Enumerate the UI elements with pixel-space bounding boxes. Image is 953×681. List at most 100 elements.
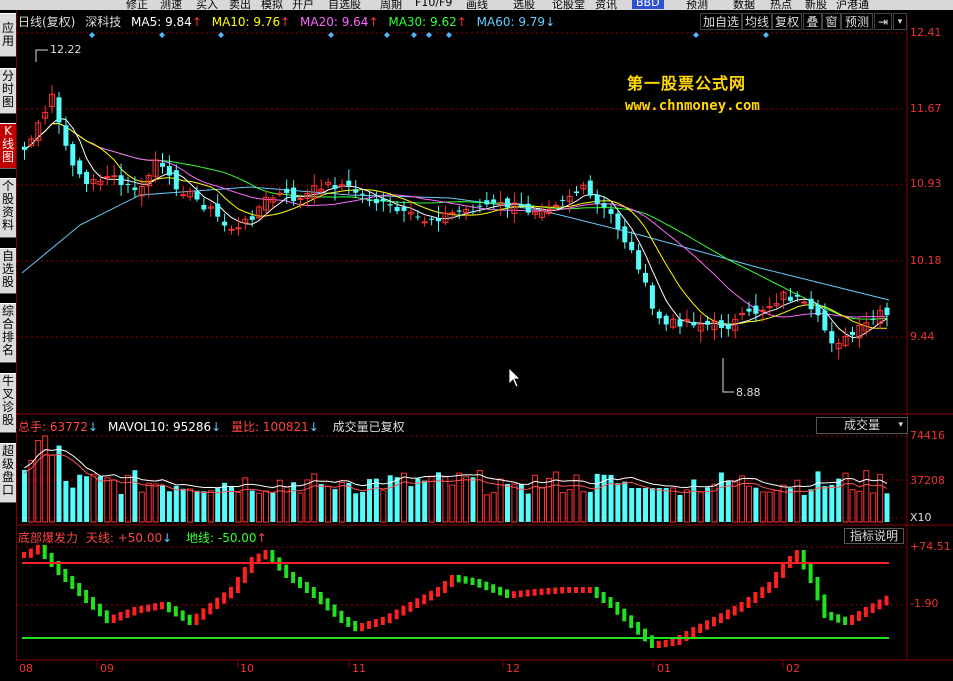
- indicator-stick: [28, 548, 33, 558]
- indicator-stick: [884, 595, 889, 606]
- toolbar-item-buy[interactable]: 买入: [196, 0, 218, 10]
- candle-body-down: [201, 204, 207, 210]
- candle-body-down: [850, 332, 855, 335]
- indicator-stick: [870, 603, 875, 613]
- toolbar-item-hot[interactable]: 热点: [770, 0, 792, 10]
- chart-canvas[interactable]: [0, 10, 953, 681]
- indicator-name[interactable]: 底部爆发力: [18, 531, 78, 545]
- toolbar-item-hk-connect[interactable]: 沪港通: [836, 0, 869, 10]
- indicator-stick: [725, 609, 730, 620]
- sky-line-arrow: ↓: [162, 531, 173, 545]
- adjust-button[interactable]: 复权: [772, 13, 802, 30]
- volume-axis-label: 74416: [910, 429, 945, 442]
- candle-body-up: [449, 212, 456, 215]
- indicator-stick: [298, 577, 302, 588]
- toolbar-item-news[interactable]: 资讯: [595, 0, 617, 10]
- indicator-stick: [718, 613, 723, 623]
- indicator-stick: [442, 581, 447, 593]
- indicator-stick: [705, 620, 710, 630]
- indicator-stick: [270, 550, 275, 564]
- toolbar-item-sell[interactable]: 卖出: [229, 0, 251, 10]
- toolbar-item-forum[interactable]: 论股堂: [552, 0, 585, 10]
- toolbar-item-watchlist[interactable]: 自选股: [328, 0, 361, 10]
- event-marker-diamond-icon[interactable]: [89, 32, 95, 38]
- indicator-stick: [139, 605, 144, 613]
- indicator-stick: [684, 631, 689, 641]
- mouse-cursor: [508, 367, 521, 388]
- volume-bar-up: [449, 484, 456, 523]
- volume-note: 成交量已复权: [332, 420, 405, 434]
- ma-settings-button[interactable]: 均线: [742, 13, 772, 30]
- volume-bar-up: [863, 470, 870, 523]
- toolbar-item-draw[interactable]: 画线: [466, 0, 488, 10]
- event-marker-diamond-icon[interactable]: [693, 32, 699, 38]
- add-to-watchlist-button[interactable]: 加自选: [700, 13, 742, 30]
- event-marker-diamond-icon[interactable]: [763, 32, 769, 38]
- indicator-stick: [836, 614, 841, 623]
- volume-bar-down: [505, 484, 510, 522]
- indicator-stick: [608, 597, 613, 608]
- toolbar-item-screener[interactable]: 选股: [513, 0, 535, 10]
- event-marker-diamond-icon[interactable]: [328, 32, 334, 38]
- collapse-panel-icon[interactable]: ⇥: [874, 13, 892, 30]
- indicator-stick: [263, 550, 268, 560]
- indicator-stick: [339, 610, 344, 623]
- indicator-axis-label: -1.90: [910, 597, 939, 610]
- indicator-stick: [111, 614, 116, 623]
- volume-bar-down: [332, 489, 338, 522]
- indicator-stick: [229, 587, 233, 599]
- candle-body-down: [491, 199, 497, 203]
- stock-name: 深科技: [85, 15, 122, 29]
- ma5-arrow: ↑: [191, 15, 202, 29]
- volume-bar-up: [877, 473, 884, 523]
- volume-bar-up: [325, 485, 332, 523]
- candle-body-down: [284, 188, 290, 194]
- volume-indicator-selector[interactable]: 成交量 ▾: [816, 417, 908, 434]
- volume-bar-down: [22, 469, 27, 522]
- candle-body-down: [484, 200, 490, 205]
- toolbar-item-speedtest[interactable]: 测速: [160, 0, 182, 10]
- candle-body-up: [421, 221, 428, 224]
- toolbar-item-data[interactable]: 数据: [733, 0, 755, 10]
- low-price-label: 8.88: [736, 386, 761, 399]
- toolbar-item-forecast[interactable]: 预测: [686, 0, 708, 10]
- indicator-help-button[interactable]: 指标说明: [844, 528, 904, 544]
- indicator-stick: [767, 582, 772, 593]
- watermark-url: www.chnmoney.com: [625, 98, 760, 114]
- volume-bar-down: [787, 488, 793, 522]
- candle-body-down: [373, 198, 379, 204]
- indicator-stick: [546, 588, 551, 595]
- toolbar-item-period[interactable]: 周期: [380, 0, 402, 10]
- volume-bar-up: [207, 490, 214, 523]
- volume-bar-up: [104, 477, 111, 523]
- toolbar-item-fix[interactable]: 修正: [126, 0, 148, 10]
- volume-bar-down: [84, 476, 90, 522]
- toolbar-item-f10[interactable]: F10/F9: [415, 0, 452, 9]
- forecast-button[interactable]: 预测: [841, 13, 873, 30]
- indicator-stick: [153, 603, 158, 611]
- indicator-stick: [539, 588, 544, 595]
- indicator-stick: [49, 553, 54, 567]
- price-panel-header: 日线(复权) 深科技 MA5: 9.84↑ MA10: 9.76↑ MA20: …: [18, 13, 555, 30]
- indicator-stick: [429, 590, 434, 601]
- event-marker-diamond-icon[interactable]: [384, 32, 390, 38]
- indicator-stick: [484, 581, 489, 591]
- window-button[interactable]: 窗: [822, 13, 841, 30]
- period-label[interactable]: 日线(复权): [18, 15, 75, 29]
- event-marker-diamond-icon[interactable]: [159, 32, 165, 38]
- volume-bar-up: [580, 491, 587, 523]
- toolbar-badge[interactable]: BBD: [632, 0, 664, 9]
- toolbar-item-ipo[interactable]: 新股: [805, 0, 827, 10]
- indicator-stick: [601, 592, 606, 603]
- volume-bar-up: [187, 488, 194, 523]
- candle-body-down: [822, 310, 828, 331]
- high-marker-line: [35, 49, 48, 62]
- toolbar-item-simulate[interactable]: 模拟: [261, 0, 283, 10]
- panel-menu-chevron-icon[interactable]: ▾: [893, 13, 907, 30]
- overlay-button[interactable]: 叠: [803, 13, 822, 30]
- indicator-stick: [470, 577, 475, 585]
- candle-body-down: [753, 305, 759, 314]
- event-marker-diamond-icon[interactable]: [218, 32, 224, 38]
- toolbar-item-open-account[interactable]: 开户: [292, 0, 314, 10]
- candle-body-down: [829, 331, 835, 344]
